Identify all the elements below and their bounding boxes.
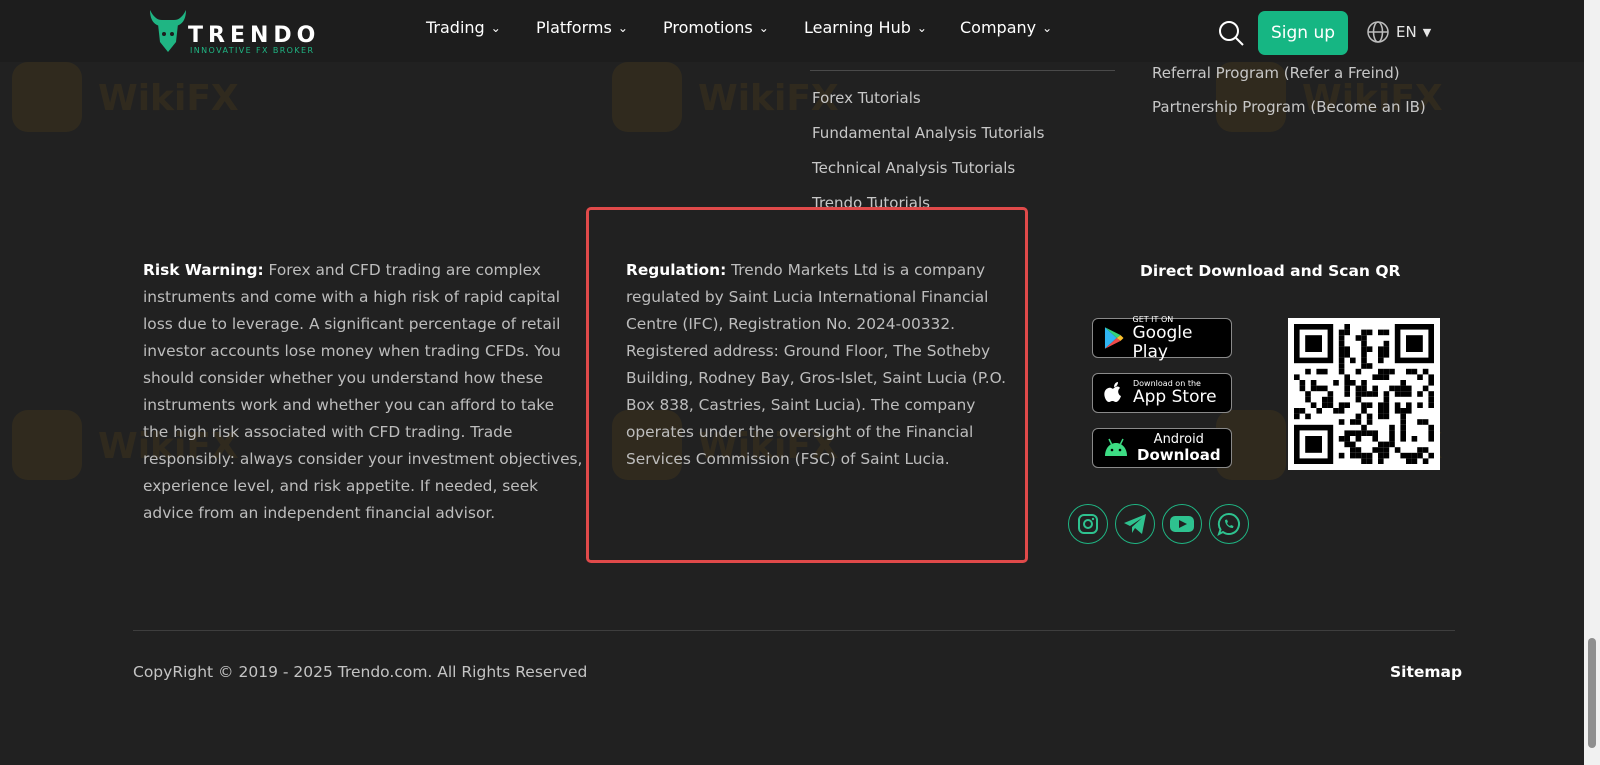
nav-company[interactable]: Company ⌄: [960, 18, 1052, 37]
android-small: Android: [1153, 432, 1204, 447]
android-download-button[interactable]: Android Download: [1092, 428, 1232, 468]
instagram-button[interactable]: [1068, 504, 1108, 544]
signup-button[interactable]: Sign up: [1258, 11, 1348, 55]
logo[interactable]: TRENDO INNOVATIVE FX BROKER: [146, 8, 326, 58]
chevron-down-icon: ⌄: [1042, 21, 1053, 35]
watermark: WikiFX: [12, 62, 332, 136]
regulation-label: Regulation:: [626, 261, 727, 279]
google-play-big: Google Play: [1132, 322, 1193, 362]
caret-down-icon: ▼: [1422, 25, 1432, 39]
nav-label: Trading: [426, 18, 485, 37]
chevron-down-icon: ⌄: [758, 21, 769, 35]
logo-tagline: INNOVATIVE FX BROKER: [190, 46, 315, 55]
instagram-icon: [1078, 514, 1098, 534]
apple-icon: [1104, 382, 1121, 402]
language-code: EN: [1396, 23, 1417, 41]
copyright-text: CopyRight © 2019 - 2025 Trendo.com. All …: [133, 663, 588, 681]
youtube-icon: [1170, 516, 1194, 532]
globe-icon: [1367, 21, 1389, 43]
android-icon: [1105, 438, 1127, 456]
android-big: Download: [1137, 446, 1221, 464]
scrollbar[interactable]: [1584, 0, 1600, 765]
qr-code-image: [1294, 324, 1434, 464]
language-selector[interactable]: EN ▼: [1366, 20, 1431, 44]
nav-label: Promotions: [663, 18, 753, 37]
regulation-info: Regulation: Trendo Markets Ltd is a comp…: [626, 257, 1006, 473]
risk-warning-text: Forex and CFD trading are complex instru…: [143, 261, 583, 522]
google-play-icon: [1104, 327, 1124, 349]
link-partnership-program[interactable]: Partnership Program (Become an IB): [1152, 98, 1426, 116]
scrollbar-thumb[interactable]: [1588, 638, 1596, 748]
whatsapp-button[interactable]: [1209, 504, 1249, 544]
app-store-button[interactable]: Download on the App Store: [1092, 373, 1232, 413]
chevron-down-icon: ⌄: [617, 21, 628, 35]
download-title: Direct Download and Scan QR: [1140, 262, 1401, 280]
chevron-down-icon: ⌄: [490, 21, 501, 35]
telegram-button[interactable]: [1115, 504, 1155, 544]
whatsapp-icon: [1217, 512, 1240, 536]
nav-label: Company: [960, 18, 1037, 37]
link-forex-tutorials[interactable]: Forex Tutorials: [812, 89, 921, 107]
bull-logo-icon: [150, 10, 186, 52]
telegram-icon: [1124, 514, 1146, 534]
youtube-button[interactable]: [1162, 504, 1202, 544]
chevron-down-icon: ⌄: [916, 21, 927, 35]
sitemap-link[interactable]: Sitemap: [1390, 663, 1462, 681]
risk-warning: Risk Warning: Forex and CFD trading are …: [143, 257, 583, 527]
nav-learning-hub[interactable]: Learning Hub ⌄: [804, 18, 927, 37]
google-play-button[interactable]: GET IT ON Google Play: [1092, 315, 1232, 361]
risk-warning-label: Risk Warning:: [143, 261, 264, 279]
nav-label: Platforms: [536, 18, 612, 37]
link-fundamental-tutorials[interactable]: Fundamental Analysis Tutorials: [812, 124, 1044, 142]
qr-code: [1288, 318, 1440, 470]
divider: [810, 70, 1115, 71]
nav-promotions[interactable]: Promotions ⌄: [663, 18, 769, 37]
link-referral-program[interactable]: Referral Program (Refer a Freind): [1152, 64, 1400, 82]
svg-text:WikiFX: WikiFX: [98, 78, 239, 119]
nav-label: Learning Hub: [804, 18, 911, 37]
link-technical-tutorials[interactable]: Technical Analysis Tutorials: [812, 159, 1015, 177]
logo-text: TRENDO: [188, 23, 321, 48]
site-header: TRENDO INNOVATIVE FX BROKER Trading ⌄ Pla…: [0, 0, 1584, 62]
divider: [133, 630, 1455, 631]
nav-platforms[interactable]: Platforms ⌄: [536, 18, 628, 37]
app-store-big: App Store: [1133, 387, 1217, 407]
regulation-text: Trendo Markets Ltd is a company regulate…: [626, 261, 1006, 468]
search-icon[interactable]: [1218, 20, 1244, 46]
nav-trading[interactable]: Trading ⌄: [426, 18, 501, 37]
